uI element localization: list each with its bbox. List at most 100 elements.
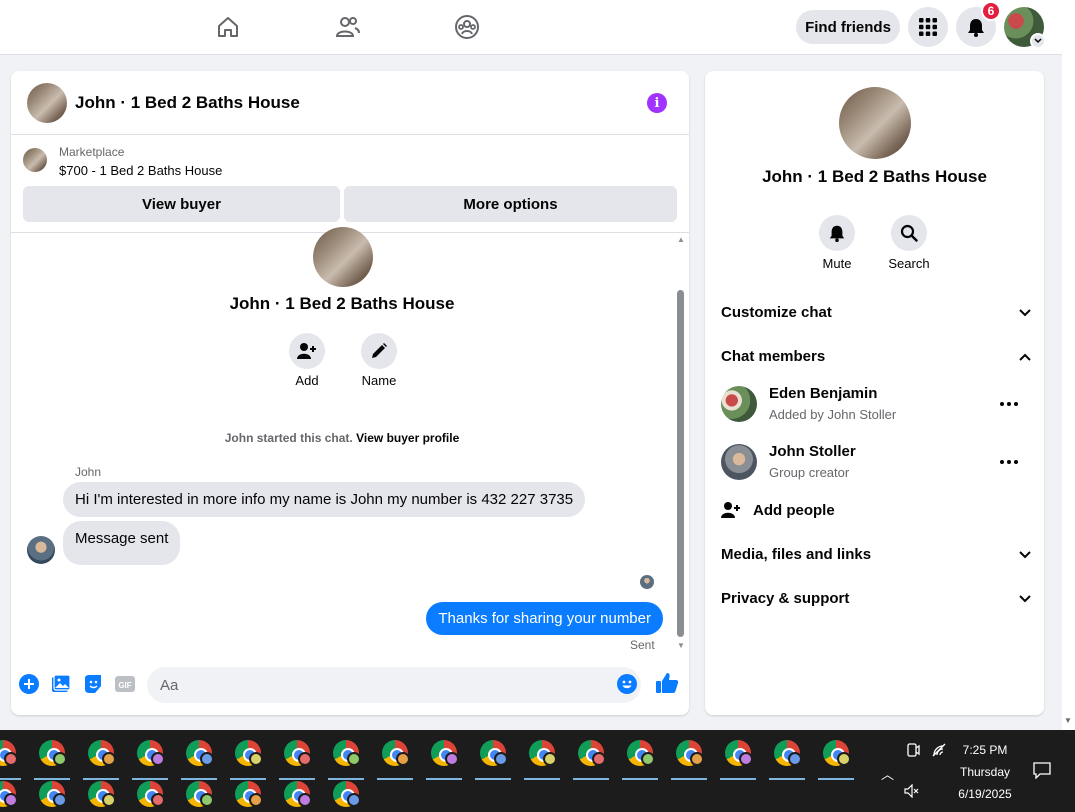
windows-taskbar: ︿ 7:25 PM Thursday 6/19/2025 — [0, 730, 1075, 812]
find-friends-button[interactable]: Find friends — [796, 10, 900, 44]
volume-muted-icon[interactable] — [904, 783, 920, 801]
chat-members-label: Chat members — [721, 347, 826, 365]
active-window-indicator — [83, 778, 119, 780]
sender-avatar[interactable] — [27, 536, 55, 564]
chat-header: John · 1 Bed 2 Baths House i — [11, 71, 689, 135]
message-input[interactable] — [147, 667, 641, 703]
name-label: Name — [361, 373, 397, 388]
active-window-indicator — [34, 778, 70, 780]
meet-now-icon[interactable] — [906, 743, 920, 760]
chrome-profile-badge-icon — [347, 793, 361, 807]
notification-center-icon[interactable] — [1033, 761, 1051, 782]
thumbs-up-icon[interactable] — [655, 671, 679, 695]
scroll-down-arrow-icon[interactable]: ▼ — [676, 642, 686, 650]
home-icon[interactable] — [215, 13, 241, 41]
member-name[interactable]: John Stoller — [769, 443, 856, 460]
chrome-profile-badge-icon — [837, 752, 851, 766]
privacy-support-label: Privacy & support — [721, 589, 850, 607]
chevron-down-icon — [1019, 546, 1031, 563]
sender-name: John — [75, 465, 102, 479]
view-buyer-profile-link[interactable]: View buyer profile — [356, 431, 459, 445]
active-window-indicator — [377, 778, 413, 780]
message-composer: GIF — [11, 663, 689, 707]
active-window-indicator — [426, 778, 462, 780]
add-people-label: Add people — [753, 501, 835, 519]
chrome-profile-badge-icon — [347, 752, 361, 766]
chrome-profile-badge-icon — [151, 793, 165, 807]
gif-icon[interactable]: GIF — [114, 673, 136, 695]
more-dots-icon[interactable] — [997, 452, 1021, 472]
media-files-links-label: Media, files and links — [721, 545, 872, 563]
add-person-icon — [721, 501, 741, 519]
chat-title[interactable]: John · 1 Bed 2 Baths House — [75, 93, 300, 113]
photo-icon[interactable] — [50, 673, 72, 695]
chrome-profile-badge-icon — [53, 793, 67, 807]
page-scrollbar[interactable]: ▼ — [1062, 0, 1075, 730]
chrome-profile-badge-icon — [788, 752, 802, 766]
add-people-row[interactable]: Add people — [721, 498, 1031, 522]
chat-started-notice: John started this chat. View buyer profi… — [11, 431, 673, 445]
customize-chat-label: Customize chat — [721, 303, 832, 321]
chrome-profile-badge-icon — [543, 752, 557, 766]
active-window-indicator — [818, 778, 854, 780]
chat-panel: John · 1 Bed 2 Baths House i Marketplace… — [11, 71, 689, 715]
mute-bell-icon[interactable] — [819, 215, 855, 251]
member-avatar[interactable] — [721, 386, 757, 422]
chevron-down-icon[interactable] — [1030, 33, 1046, 49]
menu-grid-icon[interactable] — [908, 7, 948, 47]
chrome-profile-badge-icon — [249, 793, 263, 807]
message-scrollbar[interactable]: ▲ ▼ — [676, 234, 686, 654]
member-avatar[interactable] — [721, 444, 757, 480]
active-window-indicator — [573, 778, 609, 780]
chevron-up-icon — [1019, 348, 1031, 365]
active-window-indicator — [328, 778, 364, 780]
pencil-icon[interactable] — [361, 333, 397, 369]
chat-started-text: John started this chat. — [224, 431, 353, 445]
listing-title: $700 - 1 Bed 2 Baths House — [59, 163, 223, 178]
active-window-indicator — [279, 778, 315, 780]
chat-members-section[interactable]: Chat members — [721, 344, 1031, 368]
more-options-button[interactable]: More options — [344, 186, 677, 222]
member-name[interactable]: Eden Benjamin — [769, 385, 877, 402]
sticker-icon[interactable] — [82, 673, 104, 695]
active-window-indicator — [475, 778, 511, 780]
scroll-up-arrow-icon[interactable]: ▲ — [676, 236, 686, 244]
active-window-indicator — [720, 778, 756, 780]
clock-date[interactable]: 6/19/2025 — [950, 787, 1020, 801]
conversation-avatar — [313, 227, 373, 287]
chrome-profile-badge-icon — [641, 752, 655, 766]
clock-time[interactable]: 7:25 PM — [955, 743, 1015, 757]
sent-status: Sent — [630, 638, 655, 652]
member-subtitle: Group creator — [769, 465, 850, 480]
outgoing-message-bubble[interactable]: Thanks for sharing your number — [426, 602, 663, 635]
emoji-icon[interactable] — [616, 673, 638, 695]
chrome-profile-badge-icon — [298, 793, 312, 807]
incoming-message-bubble[interactable]: Message sent — [63, 521, 181, 565]
chrome-profile-badge-icon — [102, 793, 116, 807]
details-avatar — [839, 87, 911, 159]
wifi-icon[interactable] — [931, 743, 947, 760]
incoming-message-bubble[interactable]: Hi I'm interested in more info my name i… — [63, 482, 586, 517]
plus-circle-icon[interactable] — [18, 673, 40, 695]
show-hidden-icons-chevron-icon[interactable]: ︿ — [881, 764, 894, 783]
chrome-profile-badge-icon — [690, 752, 704, 766]
chat-avatar[interactable] — [27, 83, 67, 123]
scroll-thumb[interactable] — [677, 290, 684, 637]
chrome-profile-badge-icon — [151, 752, 165, 766]
search-label: Search — [888, 256, 930, 271]
active-window-indicator — [0, 778, 21, 780]
info-icon[interactable]: i — [647, 93, 667, 113]
media-files-links-section[interactable]: Media, files and links — [721, 542, 1031, 566]
search-icon[interactable] — [891, 215, 927, 251]
member-subtitle: Added by John Stoller — [769, 407, 897, 422]
customize-chat-section[interactable]: Customize chat — [721, 300, 1031, 324]
add-person-icon[interactable] — [289, 333, 325, 369]
page-scroll-down-arrow-icon[interactable]: ▼ — [1064, 716, 1072, 725]
privacy-support-section[interactable]: Privacy & support — [721, 586, 1031, 610]
more-dots-icon[interactable] — [997, 394, 1021, 414]
view-buyer-button[interactable]: View buyer — [23, 186, 340, 222]
chrome-profile-badge-icon — [200, 793, 214, 807]
groups-icon[interactable] — [454, 13, 480, 41]
clock-day[interactable]: Thursday — [955, 765, 1015, 779]
friends-icon[interactable] — [335, 13, 361, 41]
